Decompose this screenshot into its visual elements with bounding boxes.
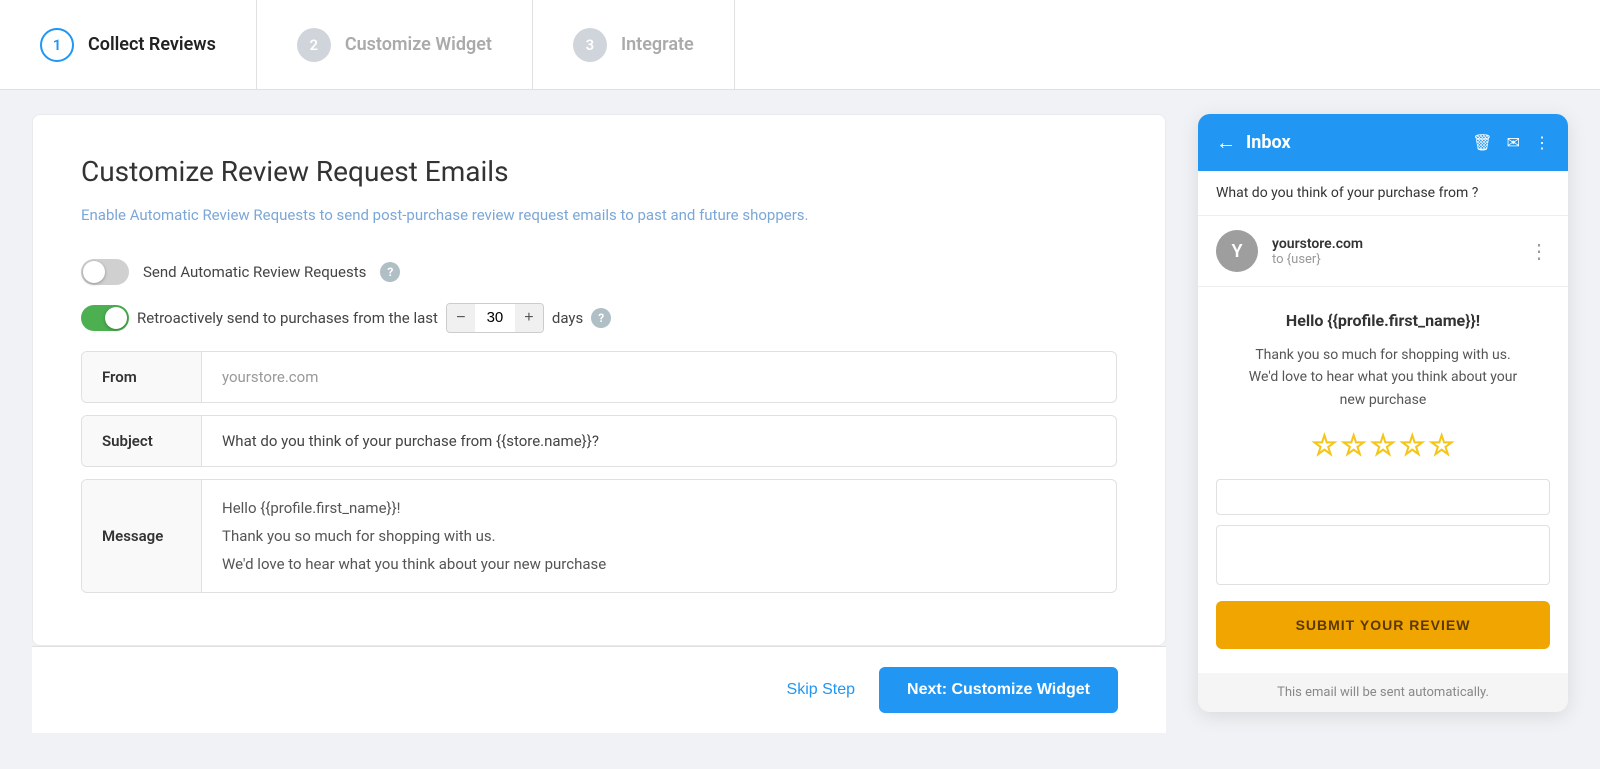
days-input-group: − + <box>446 303 544 333</box>
step-2-label: Customize Widget <box>345 34 492 55</box>
days-decrement-button[interactable]: − <box>447 304 475 332</box>
delete-icon[interactable]: 🗑 <box>1472 133 1492 152</box>
star-1[interactable]: ★ <box>1313 431 1336 461</box>
right-panel: ← Inbox 🗑 ✉ ⋮ What do you think of your … <box>1198 114 1568 712</box>
subject-value[interactable]: What do you think of your purchase from … <box>202 416 1116 466</box>
days-unit-label: days <box>552 309 583 327</box>
body-text-3: new purchase <box>1340 392 1427 408</box>
email-footer-note: This email will be sent automatically. <box>1198 673 1568 712</box>
auto-review-toggle-label: Send Automatic Review Requests <box>143 263 366 281</box>
form-card: Customize Review Request Emails Enable A… <box>32 114 1166 646</box>
star-5[interactable]: ★ <box>1430 431 1453 461</box>
subject-label: Subject <box>82 416 202 466</box>
stars-row[interactable]: ★ ★ ★ ★ ★ <box>1216 431 1550 461</box>
email-body: Hello {{profile.first_name}}! Thank you … <box>1198 287 1568 673</box>
mail-icon[interactable]: ✉ <box>1507 133 1520 152</box>
auto-review-toggle-row: Send Automatic Review Requests ? <box>81 259 1117 285</box>
email-body-text: Thank you so much for shopping with us. … <box>1216 344 1550 411</box>
form-subtitle: Enable Automatic Review Requests to send… <box>81 204 1117 227</box>
subject-field-row: Subject What do you think of your purcha… <box>81 415 1117 467</box>
email-preview: ← Inbox 🗑 ✉ ⋮ What do you think of your … <box>1198 114 1568 712</box>
email-subject-bar: What do you think of your purchase from … <box>1198 171 1568 216</box>
star-3[interactable]: ★ <box>1371 431 1394 461</box>
action-bar: Skip Step Next: Customize Widget <box>32 646 1166 733</box>
days-increment-button[interactable]: + <box>515 304 543 332</box>
stepper: 1 Collect Reviews 2 Customize Widget 3 I… <box>0 0 1600 90</box>
back-arrow-icon[interactable]: ← <box>1216 130 1236 155</box>
from-field-row: From yourstore.com <box>81 351 1117 403</box>
auto-review-toggle[interactable] <box>81 259 129 285</box>
step-3[interactable]: 3 Integrate <box>533 0 735 89</box>
from-value: yourstore.com <box>202 352 1116 402</box>
message-field-row: Message Hello {{profile.first_name}}! Th… <box>81 479 1117 593</box>
skip-step-button[interactable]: Skip Step <box>787 681 855 699</box>
sender-avatar: Y <box>1216 230 1258 272</box>
left-panel: Customize Review Request Emails Enable A… <box>32 114 1166 733</box>
from-label: From <box>82 352 202 402</box>
form-title: Customize Review Request Emails <box>81 155 1117 188</box>
step-1[interactable]: 1 Collect Reviews <box>0 0 257 89</box>
retro-send-toggle[interactable] <box>81 305 129 331</box>
sender-to: to {user} <box>1272 252 1515 267</box>
retro-toggle-thumb <box>105 307 127 329</box>
message-line-2: Thank you so much for shopping with us. <box>222 524 496 548</box>
toggle-thumb <box>83 261 105 283</box>
step-1-label: Collect Reviews <box>88 34 216 55</box>
step-2-number: 2 <box>297 28 331 62</box>
message-value[interactable]: Hello {{profile.first_name}}! Thank you … <box>202 480 1116 592</box>
next-button[interactable]: Next: Customize Widget <box>879 667 1118 713</box>
review-body-input[interactable] <box>1216 525 1550 585</box>
retro-send-row: Retroactively send to purchases from the… <box>81 303 1117 333</box>
star-2[interactable]: ★ <box>1342 431 1365 461</box>
step-3-label: Integrate <box>621 34 694 55</box>
star-4[interactable]: ★ <box>1401 431 1424 461</box>
sender-more-icon[interactable]: ⋮ <box>1529 239 1550 263</box>
sender-name: yourstore.com <box>1272 236 1515 252</box>
inbox-title: Inbox <box>1246 132 1462 153</box>
sender-info: yourstore.com to {user} <box>1272 236 1515 267</box>
body-text-2: We'd love to hear what you think about y… <box>1249 369 1517 385</box>
email-header: ← Inbox 🗑 ✉ ⋮ <box>1198 114 1568 171</box>
email-header-icons: 🗑 ✉ ⋮ <box>1472 133 1550 152</box>
retro-send-help-icon[interactable]: ? <box>591 308 611 328</box>
step-1-number: 1 <box>40 28 74 62</box>
retro-send-label: Retroactively send to purchases from the… <box>137 309 438 327</box>
message-label: Message <box>82 480 202 592</box>
review-title-input[interactable] <box>1216 479 1550 515</box>
submit-review-button[interactable]: SUBMIT YOUR REVIEW <box>1216 601 1550 649</box>
days-input[interactable] <box>475 307 515 328</box>
auto-review-help-icon[interactable]: ? <box>380 262 400 282</box>
email-sender-row: Y yourstore.com to {user} ⋮ <box>1198 216 1568 287</box>
email-greeting: Hello {{profile.first_name}}! <box>1216 311 1550 330</box>
main-layout: Customize Review Request Emails Enable A… <box>0 90 1600 769</box>
message-line-3: We'd love to hear what you think about y… <box>222 552 606 576</box>
step-2[interactable]: 2 Customize Widget <box>257 0 533 89</box>
more-icon[interactable]: ⋮ <box>1534 133 1550 152</box>
message-line-1: Hello {{profile.first_name}}! <box>222 496 401 520</box>
body-text-1: Thank you so much for shopping with us. <box>1255 347 1510 363</box>
step-3-number: 3 <box>573 28 607 62</box>
